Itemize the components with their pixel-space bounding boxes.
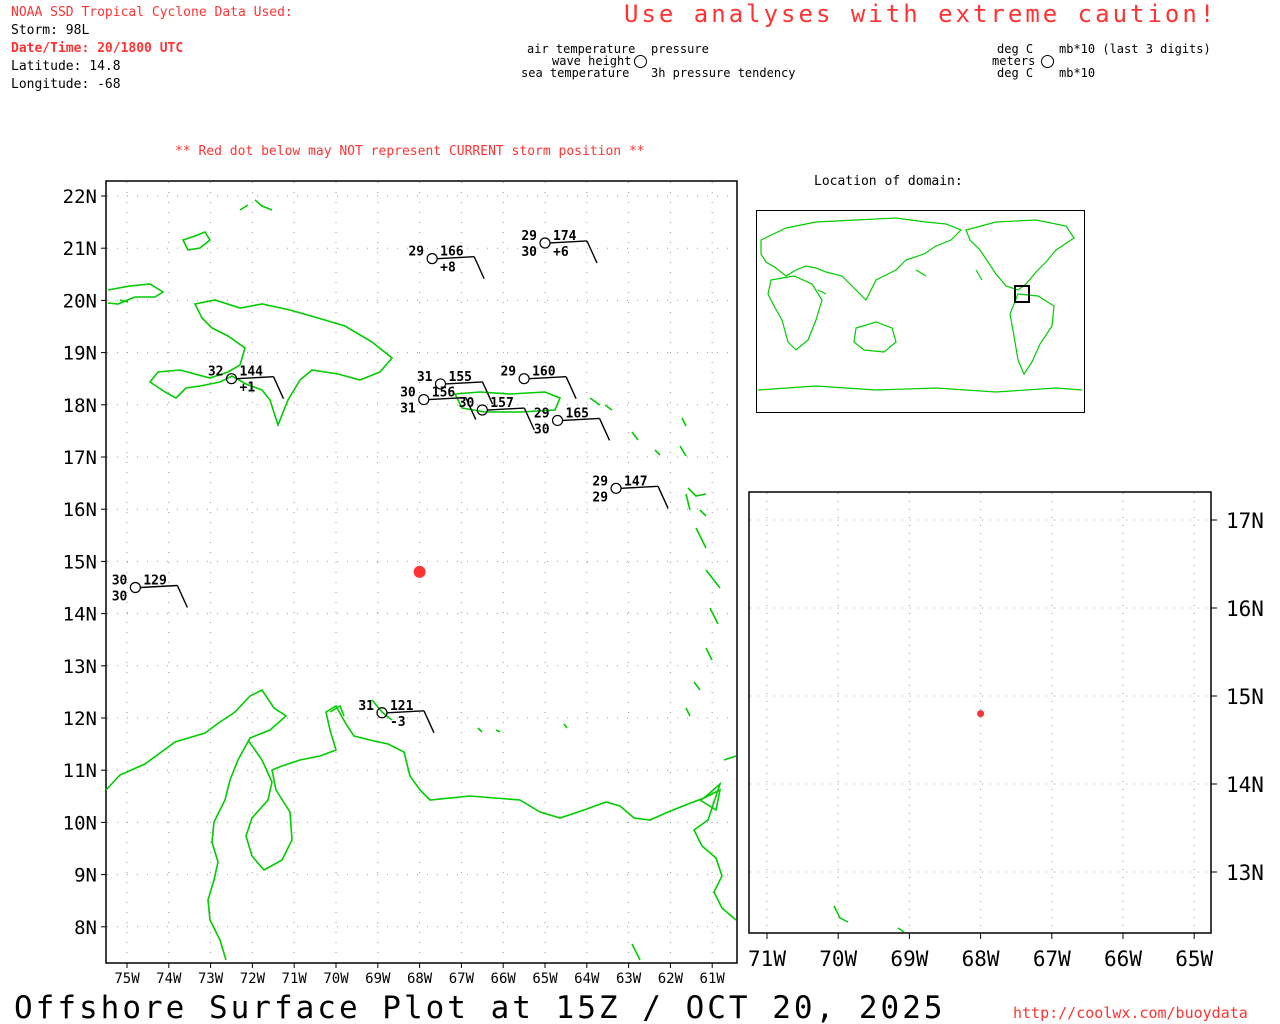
inset-lon-label: 69W: [890, 947, 928, 971]
inset-lon-label: 65W: [1175, 947, 1213, 971]
inset-lon-label: 71W: [748, 947, 786, 971]
inset-lat-label: 17N: [1226, 509, 1264, 533]
inset-lon-label: 68W: [962, 947, 1000, 971]
inset-lon-label: 70W: [819, 947, 857, 971]
inset-lat-label: 13N: [1226, 861, 1264, 885]
inset-lon-label: 67W: [1033, 947, 1071, 971]
inset-storm-dot: [977, 710, 985, 718]
inset-map: 71W 70W 69W 68W 67W 66W 65W 17N 16N 15N 14N 13N: [748, 491, 1264, 971]
plot-title: Offshore Surface Plot at 15Z / OCT 20, 2…: [14, 990, 946, 1024]
inset-lat-label: 16N: [1226, 597, 1264, 621]
inset-lat-label: 15N: [1226, 685, 1264, 709]
surface-plot-page: NOAA SSD Tropical Cyclone Data Used: Sto…: [0, 0, 1280, 1024]
inset-lon-label: 66W: [1104, 947, 1142, 971]
source-url-link[interactable]: http://coolwx.com/buoydata: [1013, 1004, 1248, 1022]
inset-lat-label: 14N: [1226, 773, 1264, 797]
